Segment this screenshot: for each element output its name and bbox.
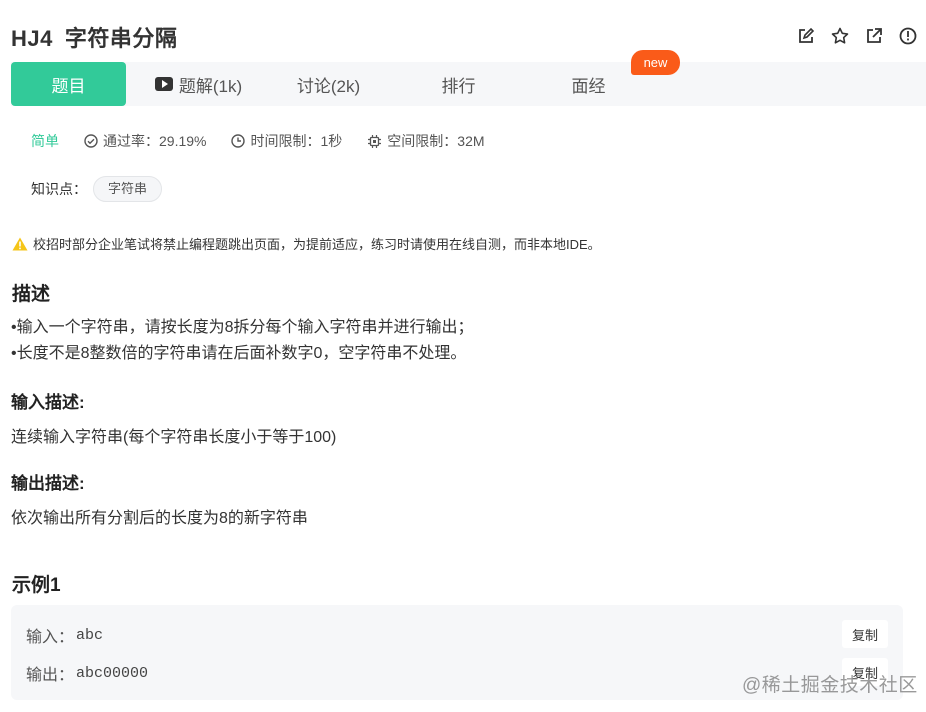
problem-header: HJ4 字符串分隔 — [0, 0, 926, 62]
star-icon[interactable] — [830, 26, 850, 46]
example-heading: 示例1 — [12, 575, 61, 596]
description-body: •输入一个字符串，请按长度为8拆分每个输入字符串并进行输出； •长度不是8整数倍… — [11, 315, 474, 367]
video-icon — [154, 77, 173, 91]
tab-label: 面经 — [571, 76, 606, 96]
tab-ranking[interactable]: 排行 — [401, 62, 516, 106]
tab-label: 讨论(2k) — [296, 76, 361, 96]
warning-text: 校招时部分企业笔试将禁止编程题跳出页面，为提前适应，练习时请使用在线自测，而非本… — [33, 237, 601, 252]
warning-icon — [12, 237, 28, 250]
time-limit-text: 时间限制：1秒 — [250, 133, 343, 149]
external-link-icon[interactable] — [864, 26, 884, 46]
description-line: •长度不是8整数倍的字符串请在后面补数字0，空字符串不处理。 — [11, 345, 467, 362]
tab-interview[interactable]: 面经 — [531, 62, 646, 106]
tab-label: 题解(1k) — [178, 76, 243, 96]
output-description-heading: 输出描述: — [11, 474, 85, 493]
chip-icon — [368, 134, 382, 148]
description-line: •输入一个字符串，请按长度为8拆分每个输入字符串并进行输出； — [11, 319, 474, 336]
check-circle-icon — [84, 134, 98, 148]
time-limit: 时间限制：1秒 — [231, 131, 342, 151]
tab-discussion[interactable]: 讨论(2k) — [271, 62, 386, 106]
knowledge-tag[interactable]: 字符串 — [93, 176, 163, 202]
example-input-row: 输入： abc — [26, 623, 103, 647]
example-output-label: 输出： — [26, 667, 75, 684]
tab-label: 排行 — [441, 76, 476, 96]
knowledge-points: 知识点： 字符串 — [31, 176, 163, 202]
pass-rate: 通过率：29.19% — [84, 131, 206, 151]
example-input-label: 输入： — [26, 629, 75, 646]
input-description-text: 连续输入字符串(每个字符串长度小于等于100) — [11, 429, 337, 446]
tab-label: 题目 — [51, 76, 86, 96]
tab-problem[interactable]: 题目 — [11, 62, 126, 106]
clock-icon — [231, 134, 246, 148]
tab-solutions[interactable]: 题解(1k) — [141, 62, 256, 106]
copy-input-button[interactable]: 复制 — [842, 620, 888, 648]
space-limit: 空间限制：32M — [367, 131, 485, 151]
knowledge-label: 知识点： — [31, 181, 87, 197]
problem-code: HJ4 — [11, 26, 53, 51]
header-actions — [796, 26, 918, 46]
example-input-value: abc — [76, 626, 104, 644]
problem-title: 字符串分隔 — [64, 26, 178, 51]
example-output-value: abc00000 — [76, 664, 149, 682]
space-limit-text: 空间限制：32M — [387, 133, 485, 149]
edit-icon[interactable] — [796, 26, 816, 46]
description-heading: 描述 — [12, 284, 51, 305]
difficulty-label: 简单 — [31, 133, 59, 149]
watermark: @稀土掘金技术社区 — [742, 675, 918, 696]
input-description-heading: 输入描述: — [11, 393, 85, 412]
problem-meta: 简单 通过率：29.19% 时间限制：1秒 空间限制：32M — [31, 131, 510, 151]
output-description-text: 依次输出所有分割后的长度为8的新字符串 — [11, 510, 308, 527]
new-badge: new — [631, 50, 680, 75]
tab-bar: 题目 题解(1k) 讨论(2k) 排行 面经 — [11, 62, 926, 106]
page-title: HJ4 字符串分隔 — [11, 21, 177, 53]
pass-rate-text: 通过率：29.19% — [103, 133, 207, 149]
info-icon[interactable] — [898, 26, 918, 46]
example-output-row: 输出： abc00000 — [26, 661, 148, 685]
warning-notice: 校招时部分企业笔试将禁止编程题跳出页面，为提前适应，练习时请使用在线自测，而非本… — [12, 234, 601, 253]
